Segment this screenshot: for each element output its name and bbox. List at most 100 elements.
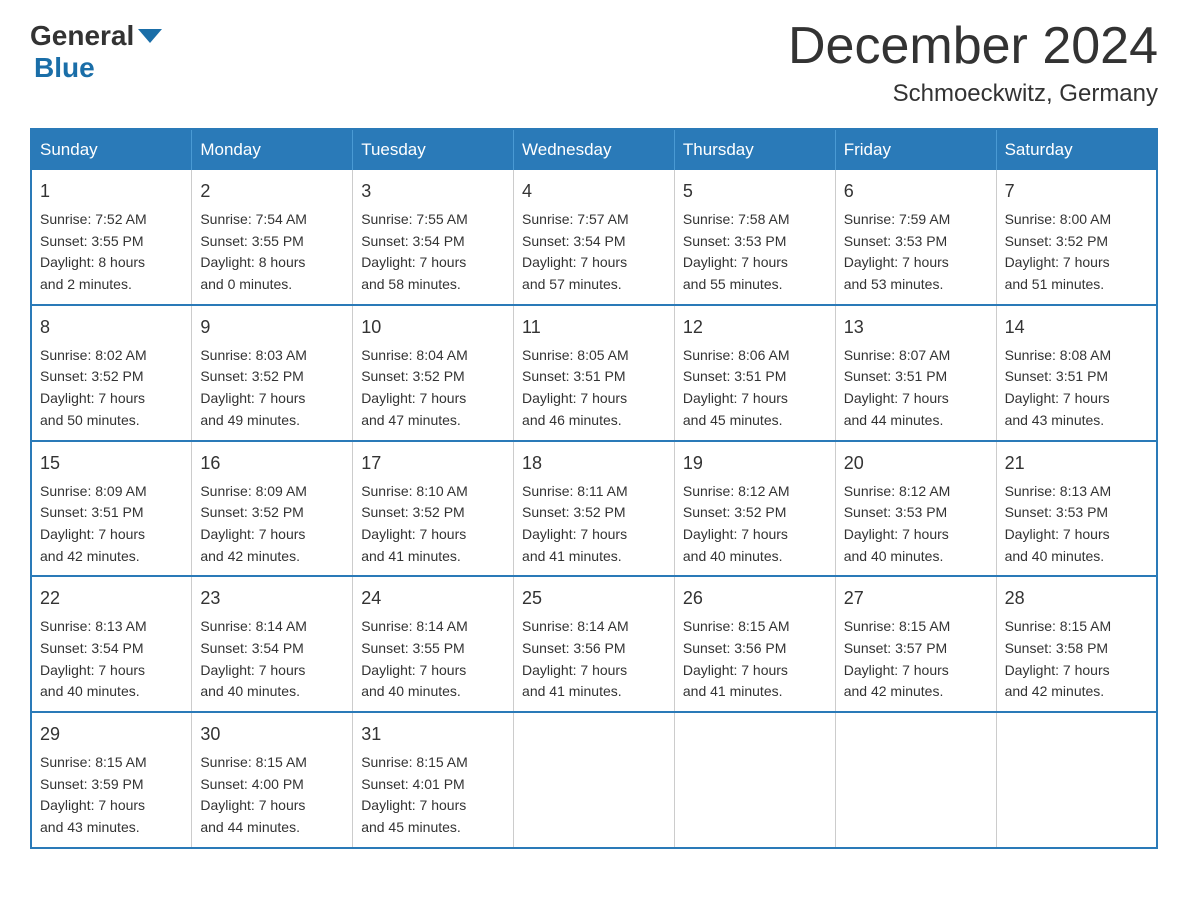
page-header: General Blue December 2024 Schmoeckwitz,… — [30, 20, 1158, 108]
day-number: 11 — [522, 314, 666, 341]
day-number: 6 — [844, 178, 988, 205]
col-thursday: Thursday — [674, 129, 835, 170]
calendar-week-row: 8 Sunrise: 8:02 AM Sunset: 3:52 PM Dayli… — [31, 305, 1157, 441]
col-wednesday: Wednesday — [514, 129, 675, 170]
day-info: Sunrise: 8:10 AM Sunset: 3:52 PM Dayligh… — [361, 481, 505, 568]
calendar-cell: 18 Sunrise: 8:11 AM Sunset: 3:52 PM Dayl… — [514, 441, 675, 577]
day-info: Sunrise: 8:15 AM Sunset: 3:56 PM Dayligh… — [683, 616, 827, 703]
day-number: 26 — [683, 585, 827, 612]
calendar-week-row: 22 Sunrise: 8:13 AM Sunset: 3:54 PM Dayl… — [31, 576, 1157, 712]
calendar-cell: 25 Sunrise: 8:14 AM Sunset: 3:56 PM Dayl… — [514, 576, 675, 712]
day-number: 15 — [40, 450, 183, 477]
day-info: Sunrise: 8:08 AM Sunset: 3:51 PM Dayligh… — [1005, 345, 1148, 432]
calendar-cell: 14 Sunrise: 8:08 AM Sunset: 3:51 PM Dayl… — [996, 305, 1157, 441]
col-tuesday: Tuesday — [353, 129, 514, 170]
day-number: 14 — [1005, 314, 1148, 341]
logo-arrow-icon — [138, 29, 162, 43]
day-info: Sunrise: 7:55 AM Sunset: 3:54 PM Dayligh… — [361, 209, 505, 296]
day-info: Sunrise: 8:11 AM Sunset: 3:52 PM Dayligh… — [522, 481, 666, 568]
col-friday: Friday — [835, 129, 996, 170]
day-info: Sunrise: 7:58 AM Sunset: 3:53 PM Dayligh… — [683, 209, 827, 296]
day-info: Sunrise: 8:09 AM Sunset: 3:52 PM Dayligh… — [200, 481, 344, 568]
day-number: 4 — [522, 178, 666, 205]
calendar-table: Sunday Monday Tuesday Wednesday Thursday… — [30, 128, 1158, 849]
day-info: Sunrise: 8:13 AM Sunset: 3:53 PM Dayligh… — [1005, 481, 1148, 568]
calendar-cell: 4 Sunrise: 7:57 AM Sunset: 3:54 PM Dayli… — [514, 170, 675, 305]
calendar-cell: 22 Sunrise: 8:13 AM Sunset: 3:54 PM Dayl… — [31, 576, 192, 712]
day-number: 12 — [683, 314, 827, 341]
day-number: 25 — [522, 585, 666, 612]
calendar-cell: 29 Sunrise: 8:15 AM Sunset: 3:59 PM Dayl… — [31, 712, 192, 848]
calendar-cell: 30 Sunrise: 8:15 AM Sunset: 4:00 PM Dayl… — [192, 712, 353, 848]
day-number: 23 — [200, 585, 344, 612]
day-number: 7 — [1005, 178, 1148, 205]
day-number: 24 — [361, 585, 505, 612]
day-number: 19 — [683, 450, 827, 477]
day-info: Sunrise: 8:15 AM Sunset: 4:01 PM Dayligh… — [361, 752, 505, 839]
day-number: 21 — [1005, 450, 1148, 477]
calendar-cell: 16 Sunrise: 8:09 AM Sunset: 3:52 PM Dayl… — [192, 441, 353, 577]
calendar-cell: 6 Sunrise: 7:59 AM Sunset: 3:53 PM Dayli… — [835, 170, 996, 305]
col-monday: Monday — [192, 129, 353, 170]
calendar-cell — [835, 712, 996, 848]
calendar-cell: 7 Sunrise: 8:00 AM Sunset: 3:52 PM Dayli… — [996, 170, 1157, 305]
calendar-cell: 23 Sunrise: 8:14 AM Sunset: 3:54 PM Dayl… — [192, 576, 353, 712]
day-info: Sunrise: 8:09 AM Sunset: 3:51 PM Dayligh… — [40, 481, 183, 568]
day-info: Sunrise: 8:14 AM Sunset: 3:54 PM Dayligh… — [200, 616, 344, 703]
day-info: Sunrise: 8:04 AM Sunset: 3:52 PM Dayligh… — [361, 345, 505, 432]
col-saturday: Saturday — [996, 129, 1157, 170]
day-number: 8 — [40, 314, 183, 341]
day-number: 29 — [40, 721, 183, 748]
day-number: 20 — [844, 450, 988, 477]
day-info: Sunrise: 8:14 AM Sunset: 3:55 PM Dayligh… — [361, 616, 505, 703]
calendar-cell: 10 Sunrise: 8:04 AM Sunset: 3:52 PM Dayl… — [353, 305, 514, 441]
day-info: Sunrise: 8:15 AM Sunset: 4:00 PM Dayligh… — [200, 752, 344, 839]
day-number: 16 — [200, 450, 344, 477]
calendar-cell: 2 Sunrise: 7:54 AM Sunset: 3:55 PM Dayli… — [192, 170, 353, 305]
day-number: 28 — [1005, 585, 1148, 612]
day-info: Sunrise: 8:12 AM Sunset: 3:52 PM Dayligh… — [683, 481, 827, 568]
day-number: 27 — [844, 585, 988, 612]
day-number: 9 — [200, 314, 344, 341]
title-section: December 2024 Schmoeckwitz, Germany — [788, 20, 1158, 108]
calendar-cell: 20 Sunrise: 8:12 AM Sunset: 3:53 PM Dayl… — [835, 441, 996, 577]
day-number: 13 — [844, 314, 988, 341]
day-info: Sunrise: 8:03 AM Sunset: 3:52 PM Dayligh… — [200, 345, 344, 432]
day-number: 31 — [361, 721, 505, 748]
location: Schmoeckwitz, Germany — [788, 80, 1158, 108]
day-info: Sunrise: 8:00 AM Sunset: 3:52 PM Dayligh… — [1005, 209, 1148, 296]
day-info: Sunrise: 8:12 AM Sunset: 3:53 PM Dayligh… — [844, 481, 988, 568]
day-number: 2 — [200, 178, 344, 205]
calendar-week-row: 15 Sunrise: 8:09 AM Sunset: 3:51 PM Dayl… — [31, 441, 1157, 577]
calendar-week-row: 1 Sunrise: 7:52 AM Sunset: 3:55 PM Dayli… — [31, 170, 1157, 305]
day-info: Sunrise: 8:06 AM Sunset: 3:51 PM Dayligh… — [683, 345, 827, 432]
day-number: 22 — [40, 585, 183, 612]
day-info: Sunrise: 8:07 AM Sunset: 3:51 PM Dayligh… — [844, 345, 988, 432]
day-number: 5 — [683, 178, 827, 205]
calendar-header-row: Sunday Monday Tuesday Wednesday Thursday… — [31, 129, 1157, 170]
calendar-cell — [996, 712, 1157, 848]
day-info: Sunrise: 8:02 AM Sunset: 3:52 PM Dayligh… — [40, 345, 183, 432]
day-info: Sunrise: 8:05 AM Sunset: 3:51 PM Dayligh… — [522, 345, 666, 432]
day-number: 17 — [361, 450, 505, 477]
calendar-cell: 21 Sunrise: 8:13 AM Sunset: 3:53 PM Dayl… — [996, 441, 1157, 577]
calendar-cell: 31 Sunrise: 8:15 AM Sunset: 4:01 PM Dayl… — [353, 712, 514, 848]
day-info: Sunrise: 7:59 AM Sunset: 3:53 PM Dayligh… — [844, 209, 988, 296]
calendar-cell: 1 Sunrise: 7:52 AM Sunset: 3:55 PM Dayli… — [31, 170, 192, 305]
day-info: Sunrise: 8:15 AM Sunset: 3:59 PM Dayligh… — [40, 752, 183, 839]
day-number: 3 — [361, 178, 505, 205]
calendar-cell: 5 Sunrise: 7:58 AM Sunset: 3:53 PM Dayli… — [674, 170, 835, 305]
day-number: 10 — [361, 314, 505, 341]
day-info: Sunrise: 8:13 AM Sunset: 3:54 PM Dayligh… — [40, 616, 183, 703]
day-info: Sunrise: 8:15 AM Sunset: 3:58 PM Dayligh… — [1005, 616, 1148, 703]
calendar-cell: 15 Sunrise: 8:09 AM Sunset: 3:51 PM Dayl… — [31, 441, 192, 577]
calendar-cell: 17 Sunrise: 8:10 AM Sunset: 3:52 PM Dayl… — [353, 441, 514, 577]
calendar-cell: 28 Sunrise: 8:15 AM Sunset: 3:58 PM Dayl… — [996, 576, 1157, 712]
calendar-cell — [514, 712, 675, 848]
month-title: December 2024 — [788, 20, 1158, 72]
day-number: 18 — [522, 450, 666, 477]
day-info: Sunrise: 7:52 AM Sunset: 3:55 PM Dayligh… — [40, 209, 183, 296]
calendar-cell: 12 Sunrise: 8:06 AM Sunset: 3:51 PM Dayl… — [674, 305, 835, 441]
calendar-cell: 13 Sunrise: 8:07 AM Sunset: 3:51 PM Dayl… — [835, 305, 996, 441]
day-info: Sunrise: 8:14 AM Sunset: 3:56 PM Dayligh… — [522, 616, 666, 703]
